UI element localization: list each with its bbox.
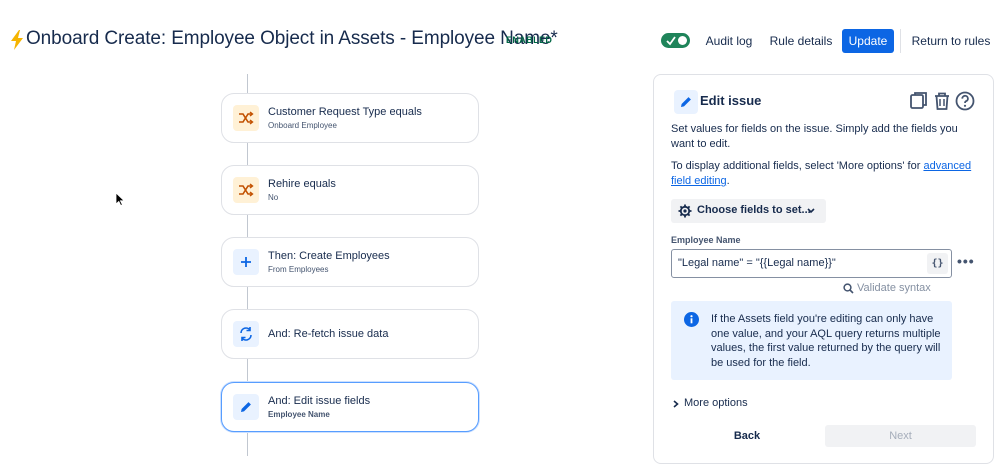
- edit-issue-panel: Edit issue Set values for fields on the …: [653, 74, 994, 464]
- copy-icon[interactable]: [908, 90, 930, 112]
- flow-item-title: And: Edit issue fields: [268, 395, 371, 407]
- advanced-editing-suffix: .: [726, 175, 730, 187]
- flow-item-subtitle: Employee Name: [268, 410, 330, 419]
- flow-item-create-employees[interactable]: Then: Create Employees From Employees: [221, 237, 479, 287]
- more-options-toggle[interactable]: More options: [671, 397, 748, 409]
- rule-header: Onboard Create: Employee Object in Asset…: [0, 0, 999, 80]
- status-badge: ENABLED: [506, 35, 553, 45]
- choose-fields-dropdown[interactable]: Choose fields to set...: [671, 199, 826, 223]
- return-to-rules-button[interactable]: Return to rules: [910, 29, 992, 53]
- field-more-actions-button[interactable]: •••: [957, 253, 975, 269]
- advanced-editing-text: To display additional fields, select 'Mo…: [671, 160, 924, 172]
- flow-item-subtitle: No: [268, 193, 279, 202]
- chevron-right-icon: [673, 400, 679, 408]
- gear-icon: [678, 204, 692, 218]
- employee-name-field-label: Employee Name: [671, 235, 741, 245]
- info-text: If the Assets field you're editing can o…: [711, 313, 941, 369]
- flow-item-refetch-issue[interactable]: And: Re-fetch issue data: [221, 309, 479, 359]
- employee-name-field[interactable]: "Legal name" = "{{Legal name}}" {}: [671, 249, 952, 278]
- mouse-cursor-icon: [115, 192, 125, 206]
- update-button[interactable]: Update: [842, 29, 894, 53]
- toggle-knob: [678, 36, 687, 45]
- pencil-icon: [233, 394, 259, 420]
- validate-syntax-label: Validate syntax: [857, 282, 931, 294]
- lightning-icon: [11, 30, 23, 50]
- rule-details-button[interactable]: Rule details: [766, 29, 836, 53]
- refresh-icon: [233, 321, 259, 347]
- header-divider: [900, 29, 901, 53]
- back-button[interactable]: Back: [714, 425, 780, 447]
- next-button[interactable]: Next: [825, 425, 976, 447]
- chevron-down-icon: [807, 208, 815, 214]
- pencil-icon: [674, 90, 698, 114]
- audit-log-button[interactable]: Audit log: [700, 29, 758, 53]
- flow-item-subtitle: From Employees: [268, 265, 329, 274]
- info-icon: [684, 312, 699, 327]
- search-icon: [843, 283, 854, 294]
- check-icon: [666, 36, 676, 46]
- flow-item-subtitle: Onboard Employee: [268, 121, 337, 130]
- choose-fields-label: Choose fields to set...: [697, 204, 811, 216]
- panel-description: Set values for fields on the issue. Simp…: [671, 123, 958, 150]
- flow-item-rehire-condition[interactable]: Rehire equals No: [221, 165, 479, 215]
- smart-values-button[interactable]: {}: [927, 253, 948, 274]
- flow-item-request-type-condition[interactable]: Customer Request Type equals Onboard Emp…: [221, 93, 479, 143]
- employee-name-field-value: "Legal name" = "{{Legal name}}": [678, 257, 836, 269]
- advanced-editing-note: To display additional fields, select 'Mo…: [671, 159, 981, 189]
- assets-info-message: If the Assets field you're editing can o…: [671, 301, 952, 380]
- more-options-label: More options: [684, 397, 748, 409]
- flow-item-title: Then: Create Employees: [268, 250, 390, 262]
- validate-syntax-button[interactable]: Validate syntax: [843, 282, 931, 294]
- condition-shuffle-icon: [233, 177, 259, 203]
- rule-enabled-toggle[interactable]: [661, 33, 690, 48]
- trash-icon[interactable]: [931, 90, 953, 112]
- rule-title: Onboard Create: Employee Object in Asset…: [26, 28, 558, 49]
- flow-item-title: Rehire equals: [268, 178, 336, 190]
- panel-title: Edit issue: [700, 93, 762, 108]
- flow-item-title: And: Re-fetch issue data: [268, 328, 389, 340]
- flow-item-edit-issue-fields[interactable]: And: Edit issue fields Employee Name: [221, 382, 479, 432]
- flow-item-title: Customer Request Type equals: [268, 106, 422, 118]
- help-icon[interactable]: [954, 90, 976, 112]
- plus-icon: [233, 249, 259, 275]
- condition-shuffle-icon: [233, 105, 259, 131]
